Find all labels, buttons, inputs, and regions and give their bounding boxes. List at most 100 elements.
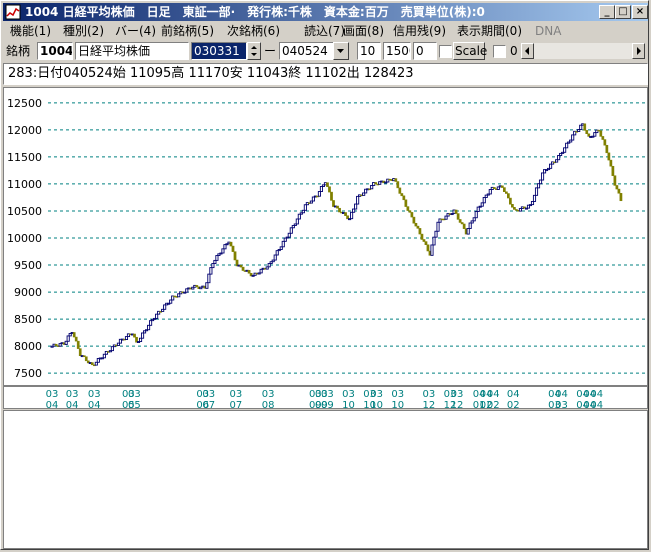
date-tick-year: 03 [46,389,59,400]
option-checkbox[interactable] [439,45,452,58]
candle-down [328,186,331,193]
start-date-spinner[interactable] [247,42,261,60]
quote-info-bar: 283:日付040524始 11095高 11170安 11043終 11102… [3,63,648,85]
start-date-input[interactable]: 030331 [191,42,247,60]
candle-down [404,199,408,207]
date-tick-year: 03 [262,389,275,400]
candle-up [138,337,143,342]
candle-up [221,248,225,254]
bars-a-input[interactable]: 10 [357,42,381,60]
date-tick-month: 09 [321,400,334,408]
candle-down [72,332,76,338]
symbol-code-input[interactable]: 1004 [37,42,73,60]
date-tick-month: 05 [128,400,141,408]
candle-up [480,202,484,207]
scroll-left-button[interactable] [521,43,534,59]
candle-up [259,268,263,274]
symbol-name-field[interactable]: 日経平均株価 [75,42,189,60]
menu-function[interactable]: 機能(1) [10,22,51,41]
menu-display-period[interactable]: 表示期間(0) [457,22,522,41]
price-tick-label: 10500 [7,205,42,218]
date-tick-year: 03 [391,389,404,400]
candle-up [356,195,360,205]
bars-c-input[interactable]: 0 [413,42,437,60]
candle-down [603,139,607,146]
candle-up [468,222,472,229]
candle-up [215,255,219,261]
candle-down [426,244,430,252]
candle-up [434,230,438,238]
date-tick-month: 04 [66,400,79,408]
candle-down [619,193,623,202]
date-tick-year: 03 [451,389,464,400]
date-tick-month: 04 [88,400,101,408]
menu-screen[interactable]: 画面(8) [343,22,384,41]
candle-up [354,203,358,210]
menu-bar-style[interactable]: バー(4) [115,22,156,41]
candle-down [583,123,587,131]
candle-down [78,348,82,356]
candle-up [350,211,354,220]
menu-margin[interactable]: 信用残(9) [393,22,446,41]
candle-down [418,228,422,235]
candle-down [503,187,506,192]
candle-up [319,186,323,192]
candle-up [352,208,356,213]
bars-b-input[interactable]: 1500 [383,42,411,60]
candle-up [482,197,486,204]
candle-up [534,187,539,196]
minimize-button[interactable]: _ [599,5,615,19]
candle-up [536,183,541,189]
date-tick-year: 03 [128,389,141,400]
maximize-button[interactable]: □ [615,5,631,19]
scale-value: 0 [510,44,518,58]
candle-down [233,251,237,261]
app-chart-icon [5,4,21,20]
date-tick-year: 03 [423,389,436,400]
date-tick-month: 10 [342,400,355,408]
date-tick-year: 04 [590,389,603,400]
candle-down [617,188,621,194]
menu-load[interactable]: 読込(7) [304,22,345,41]
candle-up [565,142,569,149]
price-tick-label: 11500 [7,151,42,164]
end-date-select[interactable]: 040524 [279,42,335,60]
candle-up [370,184,374,190]
title-bar[interactable]: 1004 日経平均株価 日足 東証一部· 発行株:千株 資本金:百万 売買単位(… [3,3,648,21]
chevron-down-icon [337,49,344,53]
app-window: 1004 日経平均株価 日足 東証一部· 発行株:千株 資本金:百万 売買単位(… [0,0,649,550]
scale-button[interactable]: Scale [453,42,487,60]
menu-next-symbol[interactable]: 次銘柄(6) [227,22,280,41]
menu-prev-symbol[interactable]: 前銘柄(5) [161,22,214,41]
menu-bar: 機能(1) 種別(2) バー(4) 前銘柄(5) 次銘柄(6) 読込(7) 画面… [3,22,648,41]
candle-up [209,267,213,275]
close-button[interactable]: × [632,5,648,19]
date-tick-month: 04 [46,400,59,408]
date-tick-year: 03 [321,389,334,400]
candle-down [609,159,613,167]
date-tick-month: 07 [202,400,215,408]
candle-down [511,204,514,208]
candle-up [177,293,181,298]
candle-down [605,144,609,154]
candle-down [400,193,404,197]
date-tick-year: 03 [230,389,243,400]
scroll-right-button[interactable] [632,43,645,59]
end-date-dropdown[interactable] [333,42,349,60]
menu-dna[interactable]: DNA [535,22,561,41]
window-title: 1004 日経平均株価 日足 東証一部· 発行株:千株 資本金:百万 売買単位(… [25,5,485,19]
candle-up [283,237,287,242]
candle-down [394,178,398,182]
candle-down [396,181,400,189]
period-scrollbar-track[interactable] [534,43,632,59]
candle-up [549,163,553,169]
candle-down [412,216,416,224]
candle-down [611,165,615,176]
price-tick-label: 9000 [14,286,42,299]
menu-type[interactable]: 種別(2) [63,22,104,41]
price-tick-label: 8500 [14,313,42,326]
candle-down [229,241,233,247]
candle-up [563,147,567,153]
candle-up [476,206,480,212]
scale-checkbox[interactable] [493,45,506,58]
